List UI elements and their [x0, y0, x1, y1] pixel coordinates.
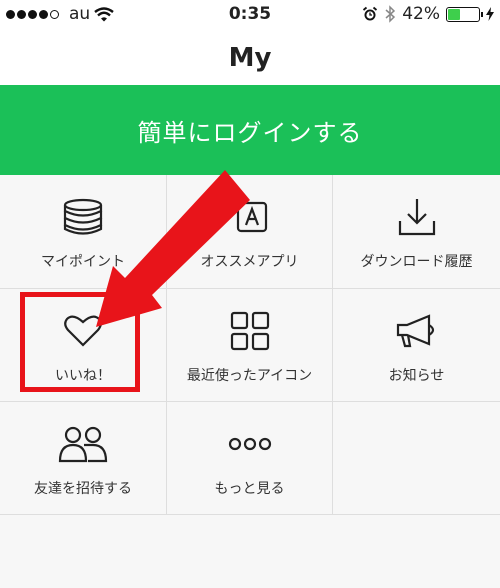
megaphone-icon	[396, 314, 434, 348]
menu-item-download-history[interactable]: ダウンロード履歴	[333, 175, 500, 289]
download-icon	[398, 199, 435, 236]
menu-item-recent-icons[interactable]: 最近使ったアイコン	[167, 289, 333, 402]
menu-item-label: もっと見る	[214, 481, 285, 497]
menu-item-invite-friends[interactable]: 友達を招待する	[0, 402, 167, 515]
menu-item-label: マイポイント	[41, 254, 125, 270]
status-bar: au 0:35 42%	[0, 0, 500, 30]
people-icon	[58, 426, 108, 463]
menu-item-my-points[interactable]: マイポイント	[0, 175, 167, 289]
menu-item-see-more[interactable]: もっと見る	[167, 402, 333, 515]
menu-item-recommended-apps[interactable]: オススメアプリ	[167, 175, 333, 289]
menu-item-notifications[interactable]: お知らせ	[333, 289, 500, 402]
bluetooth-icon	[385, 5, 396, 23]
menu-item-label: ダウンロード履歴	[360, 254, 473, 270]
menu-item-likes[interactable]: いいね！	[0, 289, 167, 402]
menu-item-label: いいね！	[55, 368, 111, 384]
battery-percent: 42%	[402, 4, 440, 24]
alarm-icon	[363, 6, 378, 21]
page-title: My	[228, 42, 272, 73]
menu-item-label: オススメアプリ	[200, 254, 299, 270]
menu-empty-cell	[333, 402, 500, 515]
menu-item-label: 最近使ったアイコン	[186, 368, 313, 384]
status-right: 42%	[362, 4, 494, 24]
login-label: 簡単にログインする	[137, 118, 363, 147]
menu-grid: マイポイント オススメアプリ ダウンロード履歴 いいね！ 最近使ったアイコン お…	[0, 175, 500, 515]
battery-icon	[446, 6, 483, 22]
charging-icon	[486, 7, 494, 21]
heart-icon	[64, 315, 102, 347]
more-dots-icon	[228, 437, 271, 451]
nav-bar: My	[0, 30, 500, 85]
menu-item-label: お知らせ	[388, 368, 445, 384]
app-store-icon	[236, 201, 267, 233]
grid-icon	[230, 311, 269, 351]
login-button[interactable]: 簡単にログインする	[0, 85, 500, 175]
menu-item-label: 友達を招待する	[34, 481, 132, 497]
coin-stack-icon	[63, 198, 103, 235]
